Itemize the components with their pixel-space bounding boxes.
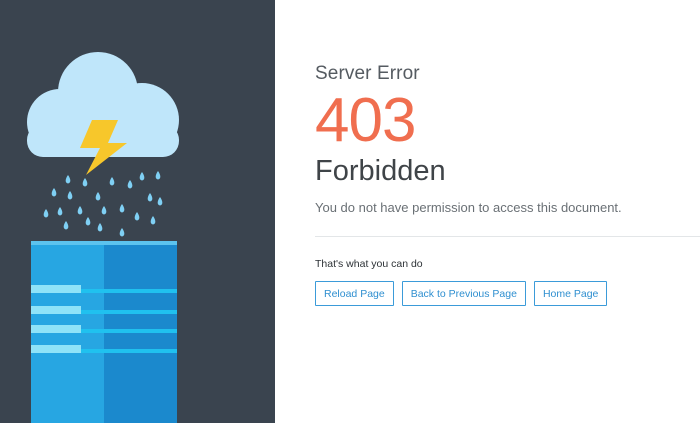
raindrop bbox=[67, 191, 73, 200]
action-buttons: Reload Page Back to Previous Page Home P… bbox=[315, 281, 700, 306]
error-eyebrow: Server Error bbox=[315, 63, 420, 84]
raindrop bbox=[119, 204, 125, 213]
raindrop bbox=[139, 172, 145, 181]
raindrop bbox=[101, 206, 107, 215]
raindrop bbox=[51, 188, 57, 197]
actions-heading: That's what you can do bbox=[315, 258, 423, 270]
error-content-panel: Server Error 403 Forbidden You do not ha… bbox=[275, 0, 700, 423]
error-message: You do not have permission to access thi… bbox=[315, 200, 622, 215]
raindrop bbox=[63, 221, 69, 230]
raindrop-icon bbox=[43, 171, 163, 237]
server-icon bbox=[31, 241, 177, 423]
home-page-button[interactable]: Home Page bbox=[533, 281, 608, 306]
divider bbox=[315, 236, 700, 237]
illustration bbox=[27, 52, 179, 423]
error-content: Server Error 403 Forbidden You do not ha… bbox=[315, 62, 700, 306]
back-to-previous-page-button[interactable]: Back to Previous Page bbox=[401, 281, 526, 306]
raindrop bbox=[85, 217, 91, 226]
error-code: 403 bbox=[315, 86, 416, 155]
raindrop bbox=[43, 209, 49, 218]
reload-page-button[interactable]: Reload Page bbox=[315, 281, 394, 306]
raindrop bbox=[57, 207, 63, 216]
raindrop bbox=[147, 193, 153, 202]
raindrop bbox=[119, 228, 125, 237]
raindrop bbox=[97, 223, 103, 232]
raindrop bbox=[77, 206, 83, 215]
error-status: Forbidden bbox=[315, 155, 446, 187]
raindrop bbox=[155, 171, 161, 180]
illustration-panel bbox=[0, 0, 275, 423]
raindrop bbox=[150, 216, 156, 225]
raindrop bbox=[82, 178, 88, 187]
raindrop bbox=[157, 197, 163, 206]
raindrop bbox=[95, 192, 101, 201]
raindrop bbox=[109, 177, 115, 186]
raindrop bbox=[127, 180, 133, 189]
raindrop bbox=[134, 212, 140, 221]
raindrop bbox=[65, 175, 71, 184]
